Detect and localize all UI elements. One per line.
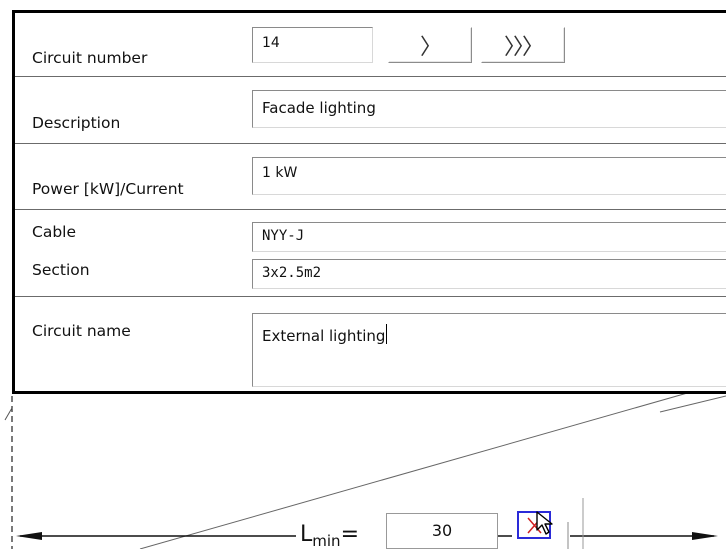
lmin-equals: = [340, 522, 359, 547]
circuit-number-input[interactable]: 14 [252, 27, 373, 63]
lmin-letter: L [300, 522, 313, 547]
circuit-name-textarea[interactable]: External lighting [252, 313, 726, 387]
circuit-properties-dialog: Circuit number 14 〉 〉〉〉 Description Faca… [12, 10, 726, 394]
dimension-arrow-left [16, 532, 42, 540]
power-label: Power [kW]/Current [32, 180, 184, 198]
cable-section-row: Cable NYY-J Section 3x2.5m2 [15, 209, 726, 297]
description-input[interactable]: Facade lighting [252, 90, 726, 128]
diagonal-line-left [4, 407, 13, 421]
next-circuit-button[interactable]: 〉 [388, 27, 472, 63]
text-caret [386, 324, 388, 344]
section-input[interactable]: 3x2.5m2 [252, 259, 726, 289]
description-row: Description Facade lighting [15, 76, 726, 144]
description-label: Description [32, 114, 121, 132]
lmin-label: Lmin= [300, 522, 359, 550]
circuit-number-label: Circuit number [32, 49, 148, 67]
section-label: Section [32, 261, 90, 279]
circuit-name-row: Circuit name External lighting [15, 296, 726, 394]
next-icon: 〉 [419, 35, 442, 60]
power-row: Power [kW]/Current 1 kW [15, 143, 726, 210]
dimension-arrow-right [692, 532, 718, 540]
circuit-number-row: Circuit number 14 〉 〉〉〉 [15, 13, 726, 77]
last-icon: 〉〉〉 [503, 35, 544, 60]
power-input[interactable]: 1 kW [252, 157, 726, 195]
cursor-icon [536, 511, 553, 535]
cable-input[interactable]: NYY-J [252, 222, 726, 252]
circuit-name-label: Circuit name [32, 322, 131, 340]
last-circuit-button[interactable]: 〉〉〉 [481, 27, 565, 63]
circuit-name-text: External lighting [262, 327, 386, 345]
lmin-subscript: min [312, 532, 341, 550]
cable-label: Cable [32, 223, 77, 241]
lmin-input[interactable]: 30 [386, 513, 498, 549]
